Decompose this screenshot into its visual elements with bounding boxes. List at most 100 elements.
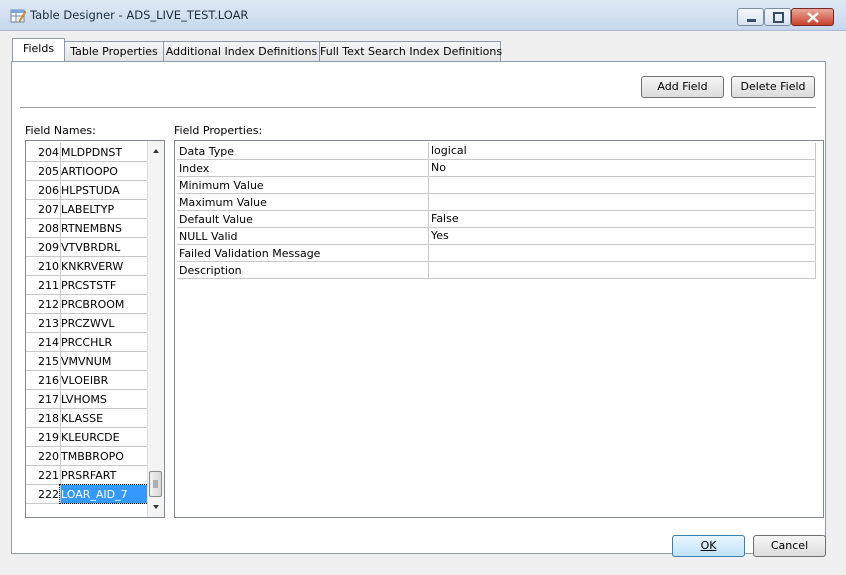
field-number: 217 bbox=[38, 393, 59, 406]
field-names-list[interactable]: 204 MLDPDNST 205 ARTIOOPO 206 HLPSTUDA 207 LABE… bbox=[25, 140, 165, 518]
minimize-button[interactable] bbox=[737, 8, 764, 26]
field-number: 206 bbox=[38, 184, 59, 197]
property-value[interactable]: logical bbox=[428, 143, 815, 159]
field-number: 214 bbox=[38, 336, 59, 349]
maximize-icon bbox=[773, 12, 784, 23]
add-field-label: Add Field bbox=[657, 80, 708, 93]
field-list-item[interactable]: 222 LOAR_AID_7 bbox=[26, 484, 149, 504]
scroll-thumb[interactable] bbox=[149, 471, 162, 497]
field-name: TMBBROPO bbox=[61, 450, 124, 463]
tab-full-text-search-label: Full Text Search Index Definitions bbox=[320, 45, 503, 58]
property-row[interactable]: Description bbox=[177, 262, 815, 279]
property-row[interactable]: Maximum Value bbox=[177, 194, 815, 211]
field-list-item[interactable]: 212 PRCBROOM bbox=[26, 295, 148, 314]
property-row[interactable]: Default Value False bbox=[177, 211, 815, 228]
property-name: Index bbox=[179, 162, 210, 175]
minimize-icon bbox=[747, 19, 756, 22]
property-value[interactable] bbox=[428, 245, 815, 261]
field-name: VTVBRDRL bbox=[61, 241, 121, 254]
property-name: NULL Valid bbox=[179, 230, 238, 243]
property-row[interactable]: Index No bbox=[177, 160, 815, 177]
field-list-item[interactable]: 204 MLDPDNST bbox=[26, 143, 148, 162]
field-name: PRCBROOM bbox=[61, 298, 125, 311]
field-name: PRSRFART bbox=[61, 469, 117, 482]
field-name: LABELTYP bbox=[61, 203, 115, 216]
title-bar[interactable]: Table Designer - ADS_LIVE_TEST.LOAR bbox=[0, 0, 846, 31]
window-title: Table Designer - ADS_LIVE_TEST.LOAR bbox=[30, 8, 249, 22]
property-row[interactable]: Failed Validation Message bbox=[177, 245, 815, 262]
field-list-item[interactable]: 214 PRCCHLR bbox=[26, 333, 148, 352]
property-value[interactable] bbox=[428, 177, 815, 193]
field-name: MLDPDNST bbox=[61, 146, 123, 159]
field-name: ARTIOOPO bbox=[61, 165, 118, 178]
field-number: 216 bbox=[38, 374, 59, 387]
close-button[interactable] bbox=[791, 8, 834, 26]
tab-additional-index-definitions[interactable]: Additional Index Definitions bbox=[163, 41, 320, 61]
field-number: 222 bbox=[38, 488, 59, 501]
field-number: 220 bbox=[38, 450, 59, 463]
field-list-item[interactable]: 221 PRSRFART bbox=[26, 466, 148, 485]
property-name: Description bbox=[179, 264, 242, 277]
field-name: PRCZWVL bbox=[61, 317, 115, 330]
scroll-down-arrow-icon[interactable] bbox=[148, 499, 164, 515]
field-list-item[interactable]: 216 VLOEIBR bbox=[26, 371, 148, 390]
field-name: HLPSTUDA bbox=[61, 184, 120, 197]
field-name: RTNEMBNS bbox=[61, 222, 122, 235]
field-list-item[interactable]: 208 RTNEMBNS bbox=[26, 219, 148, 238]
field-list-item[interactable]: 209 VTVBRDRL bbox=[26, 238, 148, 257]
property-name: Failed Validation Message bbox=[179, 247, 321, 260]
field-number: 211 bbox=[38, 279, 59, 292]
field-properties-grid[interactable]: Data Type logical Index No Minimum Value Maxi… bbox=[174, 140, 824, 518]
maximize-button[interactable] bbox=[764, 8, 791, 26]
field-name: PRCCHLR bbox=[61, 336, 113, 349]
scroll-thumb-grip-icon bbox=[153, 480, 158, 488]
field-number: 210 bbox=[38, 260, 59, 273]
field-list-item[interactable]: 217 LVHOMS bbox=[26, 390, 148, 409]
field-list-item[interactable]: 211 PRCSTSTF bbox=[26, 276, 148, 295]
property-name: Default Value bbox=[179, 213, 253, 226]
delete-field-button[interactable]: Delete Field bbox=[731, 76, 815, 98]
tab-fields[interactable]: Fields bbox=[12, 38, 65, 61]
field-list-item[interactable]: 210 KNKRVERW bbox=[26, 257, 148, 276]
field-number: 218 bbox=[38, 412, 59, 425]
tab-full-text-search-index-definitions[interactable]: Full Text Search Index Definitions bbox=[319, 41, 503, 61]
property-grid-right-border bbox=[815, 143, 816, 279]
field-number: 221 bbox=[38, 469, 59, 482]
property-value[interactable] bbox=[428, 194, 815, 210]
property-row[interactable]: NULL Valid Yes bbox=[177, 228, 815, 245]
table-designer-app-icon bbox=[10, 9, 26, 23]
scroll-up-arrow-icon[interactable] bbox=[148, 143, 164, 159]
cancel-button[interactable]: Cancel bbox=[753, 535, 826, 557]
property-name: Maximum Value bbox=[179, 196, 267, 209]
field-names-label: Field Names: bbox=[25, 124, 96, 137]
property-value[interactable] bbox=[428, 262, 815, 278]
field-number: 213 bbox=[38, 317, 59, 330]
separator-line bbox=[20, 107, 816, 108]
field-list-item[interactable]: 213 PRCZWVL bbox=[26, 314, 148, 333]
property-row[interactable]: Data Type logical bbox=[177, 143, 815, 160]
field-list-item[interactable]: 207 LABELTYP bbox=[26, 200, 148, 219]
property-value[interactable]: False bbox=[428, 211, 815, 227]
field-list-item[interactable]: 206 HLPSTUDA bbox=[26, 181, 148, 200]
field-name: LOAR_AID_7 bbox=[61, 488, 128, 501]
field-properties-label: Field Properties: bbox=[174, 124, 263, 137]
field-list-item[interactable]: 215 VMVNUM bbox=[26, 352, 148, 371]
ok-button[interactable]: OK bbox=[672, 535, 745, 557]
tab-table-properties-label: Table Properties bbox=[70, 45, 158, 58]
field-name: KLASSE bbox=[61, 412, 104, 425]
field-list-scrollbar[interactable] bbox=[147, 141, 164, 517]
field-number: 205 bbox=[38, 165, 59, 178]
field-list-item[interactable]: 220 TMBBROPO bbox=[26, 447, 148, 466]
field-name: LVHOMS bbox=[61, 393, 107, 406]
field-list-item[interactable]: 218 KLASSE bbox=[26, 409, 148, 428]
tab-fields-label: Fields bbox=[22, 42, 55, 55]
add-field-button[interactable]: Add Field bbox=[641, 76, 724, 98]
tab-additional-index-label: Additional Index Definitions bbox=[165, 45, 318, 58]
field-list-item[interactable]: 219 KLEURCDE bbox=[26, 428, 148, 447]
property-value[interactable]: Yes bbox=[428, 228, 815, 244]
tab-table-properties[interactable]: Table Properties bbox=[64, 41, 164, 61]
property-row[interactable]: Minimum Value bbox=[177, 177, 815, 194]
field-list-item[interactable]: 205 ARTIOOPO bbox=[26, 162, 148, 181]
property-value[interactable]: No bbox=[428, 160, 815, 176]
cancel-label: Cancel bbox=[770, 539, 809, 552]
